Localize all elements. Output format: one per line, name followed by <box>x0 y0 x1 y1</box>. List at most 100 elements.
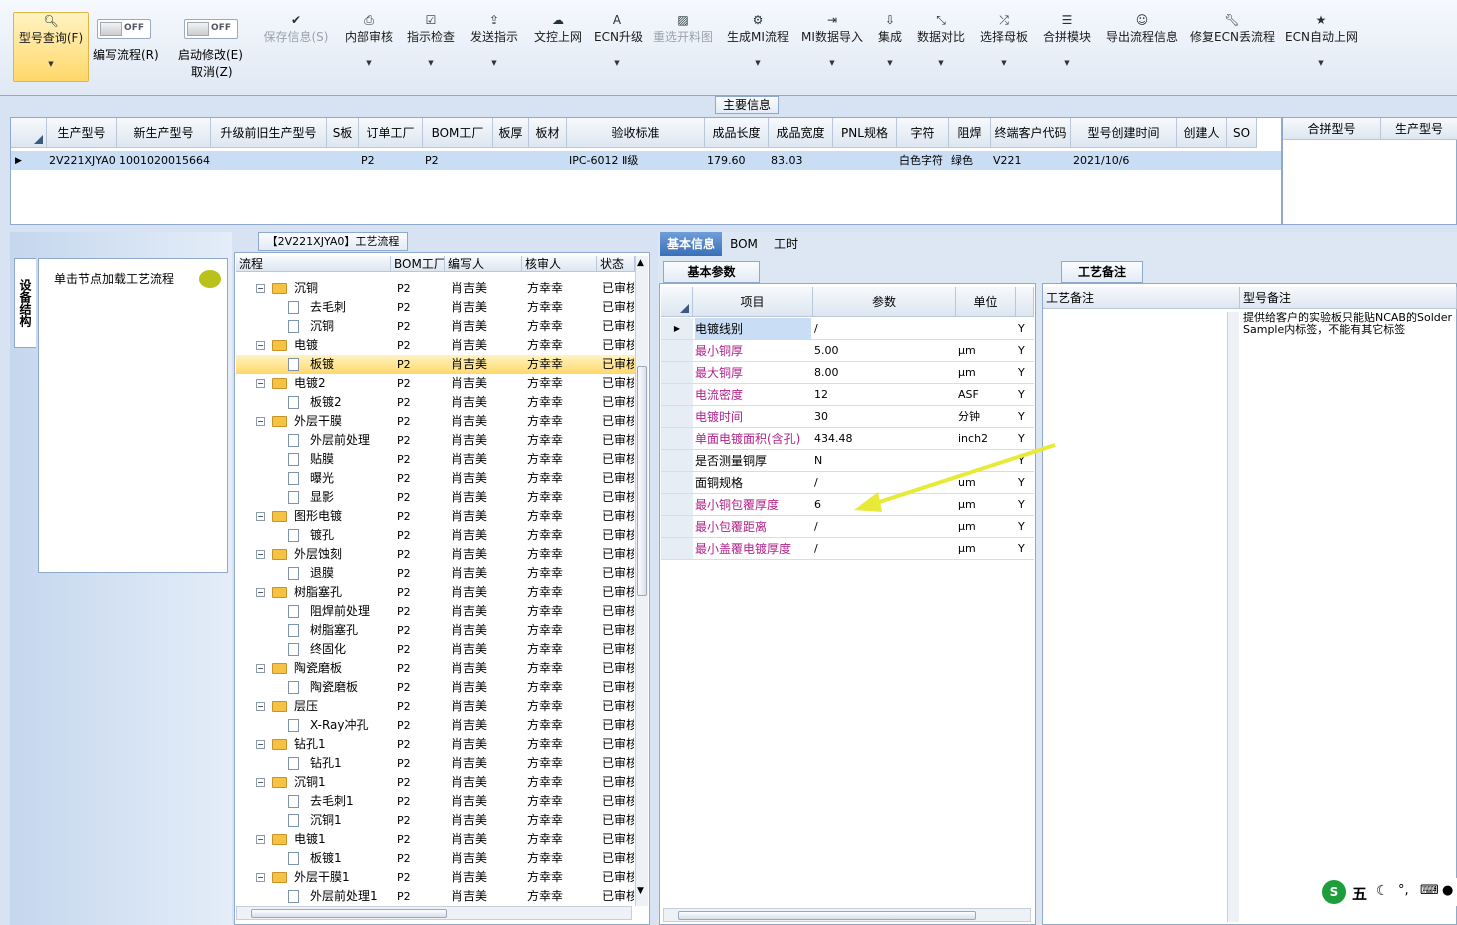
param-row[interactable]: 电流密度 12 ASF Y <box>661 384 1034 406</box>
process-row[interactable]: − 电镀 P2 肖吉美 方幸幸 已审核 <box>236 336 636 355</box>
star-button[interactable]: ★ ECN自动上网 ▼ <box>1285 12 1358 82</box>
scroll-thumb[interactable] <box>678 911 976 920</box>
process-vscroll[interactable]: ▲ ▼ <box>635 256 648 906</box>
merge-col-header[interactable]: 合拼型号 <box>1283 118 1381 140</box>
process-row[interactable]: − 外层干膜1 P2 肖吉美 方幸幸 已审核 <box>236 868 636 887</box>
main-info-cell[interactable]: 白色字符 <box>899 152 949 170</box>
merge-prod-header[interactable]: 生产型号 <box>1381 118 1457 140</box>
row-selector[interactable] <box>661 472 693 493</box>
main-info-header[interactable]: 新生产型号 <box>117 118 211 148</box>
font-a-button[interactable]: A ECN升级 ▼ <box>594 12 643 82</box>
collapse-toggle-icon[interactable]: − <box>256 697 265 716</box>
collapse-toggle-icon[interactable]: − <box>256 830 265 849</box>
process-header[interactable]: BOM工厂 <box>391 256 445 272</box>
main-info-header[interactable]: 创建人 <box>1177 118 1227 148</box>
main-info-cell[interactable]: 2V221XJYA0 <box>49 152 117 170</box>
param-header-item[interactable]: 项目 <box>693 287 813 317</box>
param-header-value[interactable]: 参数 <box>813 287 956 317</box>
collapse-toggle-icon[interactable]: − <box>256 545 265 564</box>
main-info-header[interactable]: S板 <box>327 118 359 148</box>
row-selector[interactable] <box>661 384 693 405</box>
process-row[interactable]: 去毛刺 P2 肖吉美 方幸幸 已审核 <box>236 298 636 317</box>
scroll-up-icon[interactable]: ▲ <box>637 258 644 268</box>
main-info-header[interactable]: BOM工厂 <box>423 118 493 148</box>
process-row[interactable]: 终固化 P2 肖吉美 方幸幸 已审核 <box>236 640 636 659</box>
collapse-toggle-icon[interactable]: − <box>256 659 265 678</box>
upload-button[interactable]: ⇪ 发送指示 ▼ <box>468 12 520 82</box>
chevron-down-icon[interactable]: ▼ <box>1041 59 1093 67</box>
process-row[interactable]: 板镀1 P2 肖吉美 方幸幸 已审核 <box>236 849 636 868</box>
row-selector[interactable] <box>661 494 693 515</box>
process-row[interactable]: 外层前处理 P2 肖吉美 方幸幸 已审核 <box>236 431 636 450</box>
ime-bar[interactable]: S 五 ☾ °, ⌨ ● <box>1320 878 1457 906</box>
param-value[interactable]: 5.00 <box>814 340 954 362</box>
main-info-cell[interactable]: P2 <box>361 152 423 170</box>
main-info-header[interactable]: 阻焊 <box>949 118 991 148</box>
param-header-unit[interactable]: 单位 <box>956 287 1016 317</box>
chevron-down-icon[interactable]: ▼ <box>14 60 88 68</box>
chevron-down-icon[interactable]: ▼ <box>594 59 640 67</box>
process-row[interactable]: − 陶瓷磨板 P2 肖吉美 方幸幸 已审核 <box>236 659 636 678</box>
cloud-upload-button[interactable]: ☁ 文控上网 <box>532 12 584 82</box>
main-info-header[interactable]: 验收标准 <box>567 118 705 148</box>
main-info-header[interactable]: 成品宽度 <box>769 118 833 148</box>
main-info-cell[interactable]: IPC-6012 Ⅱ级 <box>569 152 705 170</box>
process-row[interactable]: − 沉铜1 P2 肖吉美 方幸幸 已审核 <box>236 773 636 792</box>
scroll-down-icon[interactable]: ▼ <box>637 886 644 896</box>
process-row[interactable]: 曝光 P2 肖吉美 方幸幸 已审核 <box>236 469 636 488</box>
shuffle-button[interactable]: ⤮ 选择母板 ▼ <box>977 12 1031 82</box>
model-remark-text[interactable]: 提供给客户的实验板只能贴NCAB的Solder Sample内标签，不能有其它标… <box>1243 312 1453 342</box>
process-header[interactable]: 流程 <box>236 256 391 272</box>
collapse-toggle-icon[interactable]: − <box>256 336 265 355</box>
process-header[interactable]: 编写人 <box>445 256 522 272</box>
wrench-button[interactable]: 🔧︎ 修复ECN丢流程 <box>1190 12 1275 82</box>
process-row[interactable]: − 电镀2 P2 肖吉美 方幸幸 已审核 <box>236 374 636 393</box>
printer-button[interactable]: ⎙ 内部审核 ▼ <box>343 12 395 82</box>
main-info-header[interactable]: 升级前旧生产型号 <box>211 118 327 148</box>
chevron-down-icon[interactable]: ▼ <box>977 59 1031 67</box>
chevron-down-icon[interactable]: ▼ <box>405 59 457 67</box>
param-value[interactable]: / <box>814 538 954 560</box>
process-row[interactable]: 板镀2 P2 肖吉美 方幸幸 已审核 <box>236 393 636 412</box>
collapse-toggle-icon[interactable]: − <box>256 868 265 887</box>
row-selector[interactable] <box>661 450 693 471</box>
compare-button[interactable]: ⤡ 数据对比 ▼ <box>915 12 967 82</box>
import-button[interactable]: ⇥ MI数据导入 ▼ <box>800 12 864 82</box>
chevron-down-icon[interactable]: ▼ <box>343 59 395 67</box>
list-button[interactable]: ☰ 合拼模块 ▼ <box>1041 12 1093 82</box>
row-selector[interactable]: ▶ <box>661 318 693 339</box>
tab-1[interactable]: BOM <box>724 232 764 256</box>
main-info-header[interactable]: 生产型号 <box>47 118 117 148</box>
param-row[interactable]: 最大铜厚 8.00 μm Y <box>661 362 1034 384</box>
process-row[interactable]: 镀孔 P2 肖吉美 方幸幸 已审核 <box>236 526 636 545</box>
main-info-cell[interactable]: V221 <box>993 152 1071 170</box>
process-row[interactable]: 沉铜1 P2 肖吉美 方幸幸 已审核 <box>236 811 636 830</box>
chevron-down-icon[interactable]: ▼ <box>1285 59 1357 67</box>
row-selector[interactable] <box>661 538 693 559</box>
main-info-header[interactable]: 成品长度 <box>705 118 769 148</box>
process-row[interactable]: − 层压 P2 肖吉美 方幸幸 已审核 <box>236 697 636 716</box>
process-hscroll[interactable] <box>236 906 632 920</box>
scroll-thumb[interactable] <box>637 366 647 596</box>
main-info-cell[interactable]: 绿色 <box>951 152 991 170</box>
param-row[interactable]: 电镀时间 30 分钟 Y <box>661 406 1034 428</box>
punct-icon[interactable]: °, <box>1398 883 1409 898</box>
process-row[interactable]: − 外层蚀刻 P2 肖吉美 方幸幸 已审核 <box>236 545 636 564</box>
start-edit-toggle[interactable]: OFF <box>184 19 238 39</box>
param-row[interactable]: 最小铜厚 5.00 μm Y <box>661 340 1034 362</box>
write-flow-label[interactable]: 编写流程(R) <box>93 46 159 63</box>
main-info-cell[interactable]: P2 <box>425 152 493 170</box>
params-hscroll[interactable] <box>663 908 1031 922</box>
main-info-cell[interactable]: 2021/10/6 <box>1073 152 1177 170</box>
keyboard-icon[interactable]: ⌨ <box>1420 883 1439 898</box>
user-icon[interactable]: ● <box>1442 883 1453 898</box>
process-header[interactable]: 状态 <box>597 256 635 272</box>
row-selector[interactable] <box>661 340 693 361</box>
download-button[interactable]: ⇩ 集成 ▼ <box>875 12 905 82</box>
checkbox-button[interactable]: ☑ 指示检查 ▼ <box>405 12 457 82</box>
param-row[interactable]: ▶ 电镀线别 / Y <box>661 318 1034 340</box>
main-info-cell[interactable]: 83.03 <box>771 152 833 170</box>
collapse-toggle-icon[interactable]: − <box>256 735 265 754</box>
param-row[interactable]: 最小盖覆电镀厚度 / μm Y <box>661 538 1034 560</box>
process-row[interactable]: − 树脂塞孔 P2 肖吉美 方幸幸 已审核 <box>236 583 636 602</box>
